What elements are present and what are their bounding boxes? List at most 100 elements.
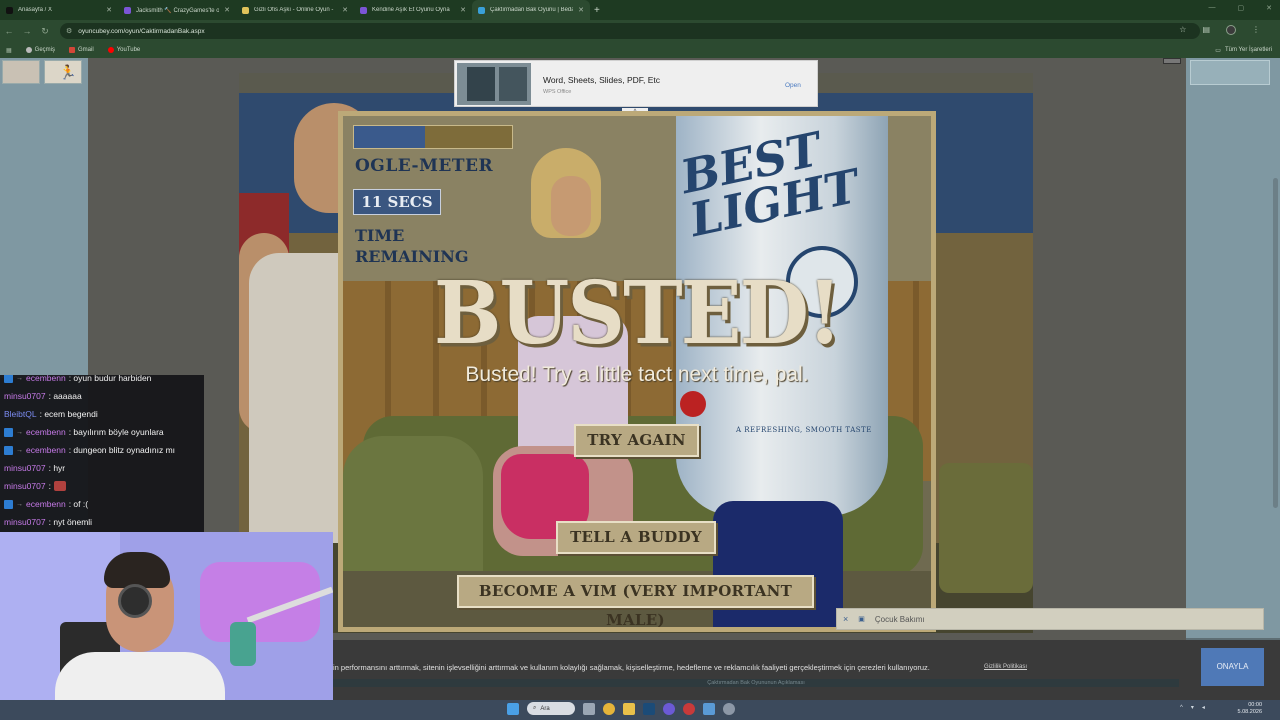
chevron-up-icon[interactable]: ^ bbox=[1180, 705, 1183, 711]
ad-toast[interactable]: × ▣ Çocuk Bakımı bbox=[836, 608, 1264, 630]
chat-user: minsu0707 bbox=[4, 481, 46, 491]
game-canvas[interactable]: BEST LIGHT A REFRESHING, SMOOTH TASTE OG… bbox=[338, 111, 936, 632]
tab-2[interactable]: Jacksmith 🔨 CrazyGames'te o ✕ bbox=[118, 0, 236, 20]
bookmark-label: YouTube bbox=[116, 47, 141, 53]
maximize-icon[interactable]: ▢ bbox=[1238, 4, 1245, 12]
chat-message: → ecembenn : oyun budur harbiden bbox=[4, 375, 151, 383]
fullscreen-icon[interactable] bbox=[1163, 58, 1181, 64]
busted-headline: BUSTED! bbox=[433, 262, 842, 364]
chat-text: : ecem begendi bbox=[39, 409, 98, 419]
settings-icon[interactable] bbox=[723, 702, 735, 715]
close-tab-icon[interactable]: ✕ bbox=[578, 6, 584, 14]
reload-icon[interactable]: ↻ bbox=[36, 26, 54, 37]
chat-text: : of :( bbox=[68, 499, 89, 509]
tab-4[interactable]: Kendine Aşık Et Oyunu Oyna ✕ bbox=[354, 0, 472, 20]
folder-icon: ▭ bbox=[1215, 47, 1221, 54]
toolbar-actions: ☆ ▤ ⋮ bbox=[1179, 25, 1260, 35]
chat-text: : bayılırım böyle oyunlara bbox=[68, 427, 164, 437]
url-text: oyuncubey.com/oyun/CaktirmadanBak.aspx bbox=[78, 27, 205, 35]
time-remaining-label: TIME REMAINING bbox=[355, 225, 485, 267]
youtube-icon bbox=[107, 47, 114, 53]
taskbar-search[interactable]: ⌕ Ara bbox=[527, 702, 575, 715]
minimize-icon[interactable]: — bbox=[1209, 4, 1216, 12]
ogle-meter-label: OGLE-METER bbox=[355, 156, 494, 176]
document-icon bbox=[467, 67, 495, 101]
game-thumbnail[interactable]: 🏃 bbox=[44, 60, 82, 84]
microphone-icon bbox=[230, 622, 256, 666]
close-icon[interactable]: × bbox=[843, 614, 848, 624]
clock[interactable]: 00:00 5.08.2026 bbox=[1232, 702, 1262, 716]
discord-icon[interactable] bbox=[663, 702, 675, 715]
chat-message: minsu0707 : bbox=[4, 481, 66, 491]
system-tray: ^ ▾ ◂ bbox=[1180, 704, 1205, 712]
chat-user: minsu0707 bbox=[4, 463, 46, 473]
tab-title: Anasayfa / X bbox=[18, 7, 53, 13]
all-bookmarks-label: Tüm Yer İşaretleri bbox=[1224, 47, 1272, 53]
chat-text: : oyun budur harbiden bbox=[68, 375, 152, 383]
left-sidebar: 🏃 bbox=[0, 58, 88, 378]
chat-user: ecembenn bbox=[26, 427, 66, 437]
ogle-meter-fill bbox=[354, 126, 426, 148]
chat-message: minsu0707 : hyr bbox=[4, 463, 65, 473]
site-info-icon[interactable]: ⚙ bbox=[66, 27, 72, 35]
chat-text: : bbox=[48, 481, 51, 491]
accept-cookies-button[interactable]: ONAYLA bbox=[1201, 648, 1264, 686]
close-tab-icon[interactable]: ✕ bbox=[224, 6, 230, 14]
close-tab-icon[interactable]: ✕ bbox=[342, 6, 348, 14]
bookmark-gmail[interactable]: Gmail bbox=[69, 47, 94, 53]
close-window-icon[interactable]: ✕ bbox=[1266, 4, 1272, 12]
chrome-icon[interactable] bbox=[603, 702, 615, 715]
tell-a-buddy-button[interactable]: TELL A BUDDY bbox=[556, 521, 716, 554]
taskbar: ⌕ Ara ^ ▾ ◂ 00:00 5.08.2026 bbox=[0, 700, 1280, 720]
site-icon bbox=[242, 6, 249, 14]
badge-icon bbox=[4, 427, 13, 437]
try-again-button[interactable]: TRY AGAIN bbox=[574, 424, 699, 457]
can-logo: BEST LIGHT bbox=[676, 121, 864, 248]
ad-banner[interactable]: Word, Sheets, Slides, PDF, Etc WPS Offic… bbox=[454, 60, 818, 107]
time-label-line-1: TIME bbox=[355, 226, 405, 245]
close-tab-icon[interactable]: ✕ bbox=[106, 6, 112, 14]
become-vim-button[interactable]: BECOME A VIM (VERY IMPORTANT MALE) bbox=[457, 575, 814, 627]
apps-icon[interactable]: ▦ bbox=[6, 47, 12, 54]
chat-text: : nyt önemli bbox=[48, 517, 93, 527]
obs-icon[interactable] bbox=[683, 702, 695, 715]
scene-couch bbox=[939, 463, 1033, 593]
privacy-policy-link[interactable]: Gizlilik Politikası bbox=[984, 664, 1027, 670]
app-icon[interactable] bbox=[703, 702, 715, 715]
close-tab-icon[interactable]: ✕ bbox=[460, 6, 466, 14]
page-scrollbar[interactable] bbox=[1273, 178, 1278, 508]
tab-3[interactable]: Gizli Ofis Aşkı - Online Oyun - ✕ bbox=[236, 0, 354, 20]
file-explorer-icon[interactable] bbox=[623, 702, 635, 715]
chat-user: ecembenn bbox=[26, 375, 66, 383]
address-bar[interactable]: ⚙ oyuncubey.com/oyun/CaktirmadanBak.aspx bbox=[60, 23, 1200, 39]
network-icon[interactable]: ▾ bbox=[1191, 704, 1194, 711]
menu-icon[interactable]: ⋮ bbox=[1252, 25, 1260, 35]
tab-1[interactable]: Anasayfa / X ✕ bbox=[0, 0, 118, 20]
ad-image bbox=[457, 63, 531, 105]
all-bookmarks[interactable]: ▭ Tüm Yer İşaretleri bbox=[1215, 47, 1272, 54]
ad-open-button[interactable]: Open bbox=[785, 82, 801, 89]
tab-5-active[interactable]: Çaktırmadan Bak Oyunu | Bedava ✕ bbox=[472, 0, 590, 20]
arrow-icon: → bbox=[16, 500, 23, 508]
search-icon: ⌕ bbox=[533, 705, 537, 711]
ad-title: Word, Sheets, Slides, PDF, Etc bbox=[543, 75, 660, 85]
profile-avatar[interactable] bbox=[1226, 25, 1236, 35]
chat-text: : dungeon blitz oynadınız mı bbox=[68, 445, 176, 455]
new-tab-button[interactable]: + bbox=[594, 5, 600, 16]
bookmark-history[interactable]: Geçmiş bbox=[25, 47, 55, 53]
arrow-icon: → bbox=[16, 428, 23, 436]
volume-icon[interactable]: ◂ bbox=[1202, 704, 1205, 711]
steam-icon[interactable] bbox=[643, 702, 655, 715]
extensions-icon[interactable]: ▤ bbox=[1202, 25, 1210, 35]
chat-message: minsu0707 : aaaaaa bbox=[4, 391, 82, 401]
chat-user: ecembenn bbox=[26, 445, 66, 455]
game-thumbnail[interactable] bbox=[2, 60, 40, 84]
task-view-icon[interactable] bbox=[583, 702, 595, 715]
forward-icon[interactable]: → bbox=[18, 26, 36, 36]
bookmark-youtube[interactable]: YouTube bbox=[107, 47, 141, 53]
girl-face bbox=[551, 176, 591, 236]
bookmark-star-icon[interactable]: ☆ bbox=[1179, 25, 1186, 35]
chat-user: ecembenn bbox=[26, 499, 66, 509]
back-icon[interactable]: ← bbox=[0, 26, 18, 36]
windows-start-icon[interactable] bbox=[507, 702, 519, 715]
